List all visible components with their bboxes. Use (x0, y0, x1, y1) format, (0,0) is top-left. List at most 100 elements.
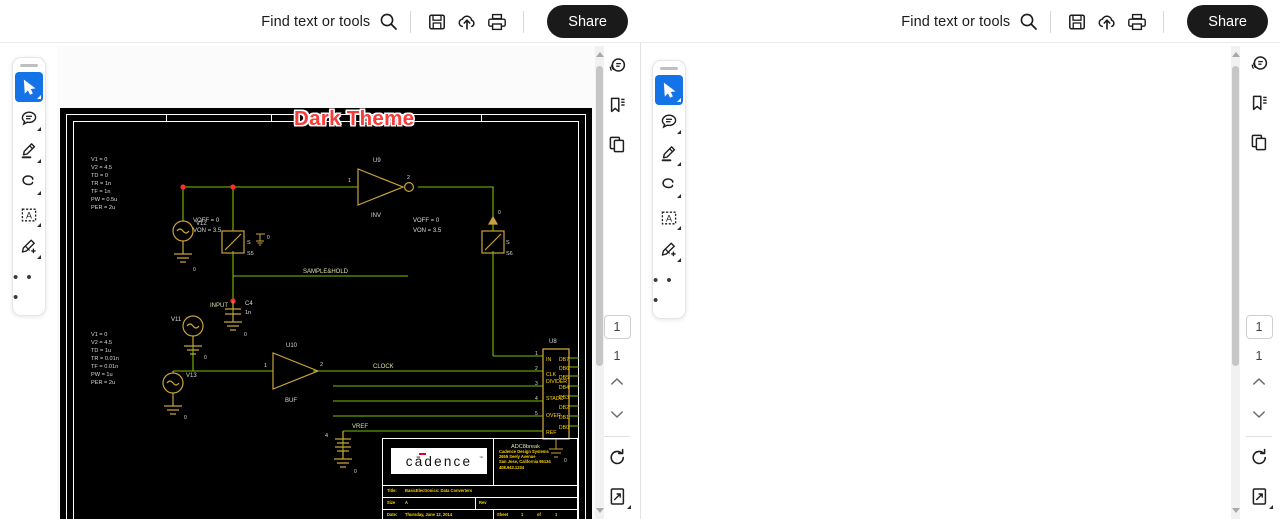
fit-page-icon[interactable] (1244, 480, 1274, 512)
share-button[interactable]: Share (547, 5, 628, 38)
next-page-button[interactable] (603, 401, 631, 427)
toolbar-divider-2 (523, 10, 525, 33)
highlight-tool[interactable] (655, 139, 683, 169)
share-button[interactable]: Share (1187, 5, 1268, 38)
field-label-date: Date: (387, 512, 398, 517)
left-tool-rail: A • • • (652, 60, 686, 319)
pages-panel-icon[interactable] (602, 128, 632, 160)
rail-drag-handle[interactable] (20, 64, 38, 67)
save-icon[interactable] (422, 7, 452, 37)
svg-text:PER = 2u: PER = 2u (91, 205, 115, 211)
pdf-page-dark: 5 4 3 2 1 (60, 108, 592, 519)
field-value-of: 1 (555, 512, 558, 517)
fit-page-icon[interactable] (602, 480, 632, 512)
scrollbar-thumb[interactable] (1232, 66, 1239, 366)
field-label-sheet: Sheet (497, 512, 509, 517)
bookmarks-panel-icon[interactable] (1244, 87, 1274, 119)
bookmarks-panel-icon[interactable] (602, 89, 632, 121)
find-label: Find text or tools (901, 13, 1011, 30)
sign-tool[interactable] (655, 235, 683, 265)
svg-text:2: 2 (407, 175, 410, 181)
rotate-icon[interactable] (1244, 441, 1274, 473)
scroll-up-arrow[interactable] (1232, 52, 1240, 57)
svg-text:0: 0 (184, 415, 187, 421)
draw-tool[interactable] (15, 168, 43, 198)
svg-text:PW = 1u: PW = 1u (91, 372, 113, 378)
select-tool[interactable] (655, 75, 683, 105)
svg-text:SAMPLE&HOLD: SAMPLE&HOLD (303, 269, 349, 275)
find-text-or-tools[interactable]: Find text or tools (261, 11, 399, 33)
svg-text:TD = 0: TD = 0 (91, 173, 108, 179)
previous-page-button[interactable] (603, 369, 631, 395)
more-tools-button[interactable]: • • • (13, 264, 45, 308)
svg-text:V1 = 0: V1 = 0 (91, 157, 107, 163)
next-page-button[interactable] (1245, 401, 1273, 427)
svg-text:4: 4 (325, 433, 328, 439)
find-text-or-tools[interactable]: Find text or tools (901, 11, 1039, 33)
print-icon[interactable] (1122, 7, 1152, 37)
svg-text:0: 0 (267, 235, 270, 241)
svg-text:TF = 1n: TF = 1n (91, 189, 110, 195)
textbox-tool[interactable]: A (15, 200, 43, 230)
svg-text:V13: V13 (186, 373, 197, 379)
svg-text:S5: S5 (247, 251, 254, 257)
svg-text:V2 = 4.5: V2 = 4.5 (91, 340, 112, 346)
field-label-size: Size (387, 500, 396, 505)
svg-text:1: 1 (264, 363, 267, 369)
svg-text:U10: U10 (286, 343, 298, 349)
svg-text:DB6: DB6 (559, 366, 569, 372)
rail-drag-handle[interactable] (660, 67, 678, 70)
rotate-icon[interactable] (602, 441, 632, 473)
search-icon[interactable] (1017, 11, 1039, 33)
page-number-input[interactable]: 1 (603, 315, 631, 339)
chevron-down-icon (677, 98, 681, 102)
page-number-input[interactable]: 1 (1245, 315, 1273, 339)
right-panel-rail-left: 1 1 (598, 50, 636, 519)
scroll-down-arrow[interactable] (1232, 508, 1240, 513)
toolbar-divider-1 (1050, 10, 1052, 33)
svg-text:S: S (247, 240, 251, 246)
svg-text:V1 = 0: V1 = 0 (91, 332, 107, 338)
document-view-dark[interactable]: Dark Theme 5 4 3 2 1 (57, 46, 595, 519)
comment-tool[interactable] (15, 104, 43, 134)
svg-text:0: 0 (498, 210, 501, 216)
select-tool[interactable] (15, 72, 43, 102)
previous-page-button[interactable] (1245, 369, 1273, 395)
chevron-down-icon (677, 162, 681, 166)
left-tool-rail: A • • • (12, 57, 46, 316)
chevron-down-icon (627, 505, 631, 509)
more-tools-button[interactable]: • • • (653, 267, 685, 311)
svg-text:V2 = 4.5: V2 = 4.5 (91, 165, 112, 171)
pages-panel-icon[interactable] (1244, 126, 1274, 158)
svg-text:A: A (666, 213, 672, 223)
svg-text:0: 0 (204, 355, 207, 361)
search-icon[interactable] (377, 11, 399, 33)
chevron-down-icon (37, 159, 41, 163)
comment-tool[interactable] (655, 107, 683, 137)
textbox-tool[interactable]: A (655, 203, 683, 233)
comments-panel-icon[interactable] (602, 50, 632, 82)
upload-icon[interactable] (452, 7, 482, 37)
svg-text:VREF: VREF (352, 424, 368, 430)
comments-panel-icon[interactable] (1244, 48, 1274, 80)
save-icon[interactable] (1062, 7, 1092, 37)
field-value-date: Thursday, June 12, 2014 (405, 512, 453, 517)
print-icon[interactable] (482, 7, 512, 37)
pane-light-theme: Find text or tools Share A • • • 1 1 (640, 0, 1280, 519)
sign-tool[interactable] (15, 232, 43, 262)
field-label-of: of (537, 512, 541, 517)
chevron-down-icon (677, 130, 681, 134)
field-value-size: A (405, 500, 408, 505)
document-scrollbar-right[interactable] (1231, 46, 1240, 519)
highlight-tool[interactable] (15, 136, 43, 166)
svg-text:DB1: DB1 (559, 415, 569, 421)
upload-icon[interactable] (1092, 7, 1122, 37)
svg-text:CLK: CLK (546, 372, 557, 378)
svg-text:PER = 2u: PER = 2u (91, 380, 115, 386)
top-toolbar-left: Find text or tools Share (0, 0, 640, 43)
field-value-sheet: 1 (521, 512, 524, 517)
draw-tool[interactable] (655, 171, 683, 201)
svg-text:0: 0 (193, 267, 196, 273)
chevron-down-icon (677, 194, 681, 198)
field-label-rev: Rev (479, 500, 487, 505)
